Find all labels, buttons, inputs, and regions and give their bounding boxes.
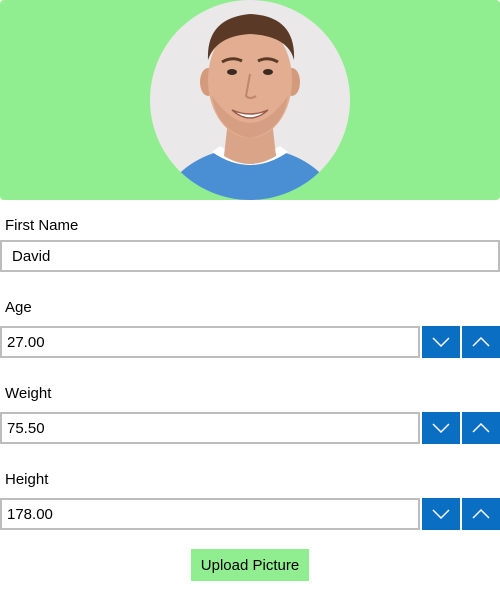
avatar-photo [150,0,350,200]
chevron-down-icon [432,509,450,519]
height-field[interactable] [0,498,420,530]
height-increment-button[interactable] [462,498,500,530]
height-decrement-button[interactable] [422,498,460,530]
chevron-up-icon [472,337,490,347]
height-label: Height [5,471,49,488]
age-field[interactable] [0,326,420,358]
profile-header [0,0,500,200]
weight-field[interactable] [0,412,420,444]
weight-increment-button[interactable] [462,412,500,444]
chevron-down-icon [432,423,450,433]
age-label: Age [5,299,32,316]
first-name-label: First Name [5,217,79,234]
weight-label: Weight [5,385,52,402]
chevron-up-icon [472,509,490,519]
profile-avatar [150,0,350,200]
age-decrement-button[interactable] [422,326,460,358]
age-increment-button[interactable] [462,326,500,358]
chevron-down-icon [432,337,450,347]
first-name-field[interactable] [0,240,500,272]
weight-decrement-button[interactable] [422,412,460,444]
chevron-up-icon [472,423,490,433]
upload-picture-button[interactable]: Upload Picture [191,549,309,581]
